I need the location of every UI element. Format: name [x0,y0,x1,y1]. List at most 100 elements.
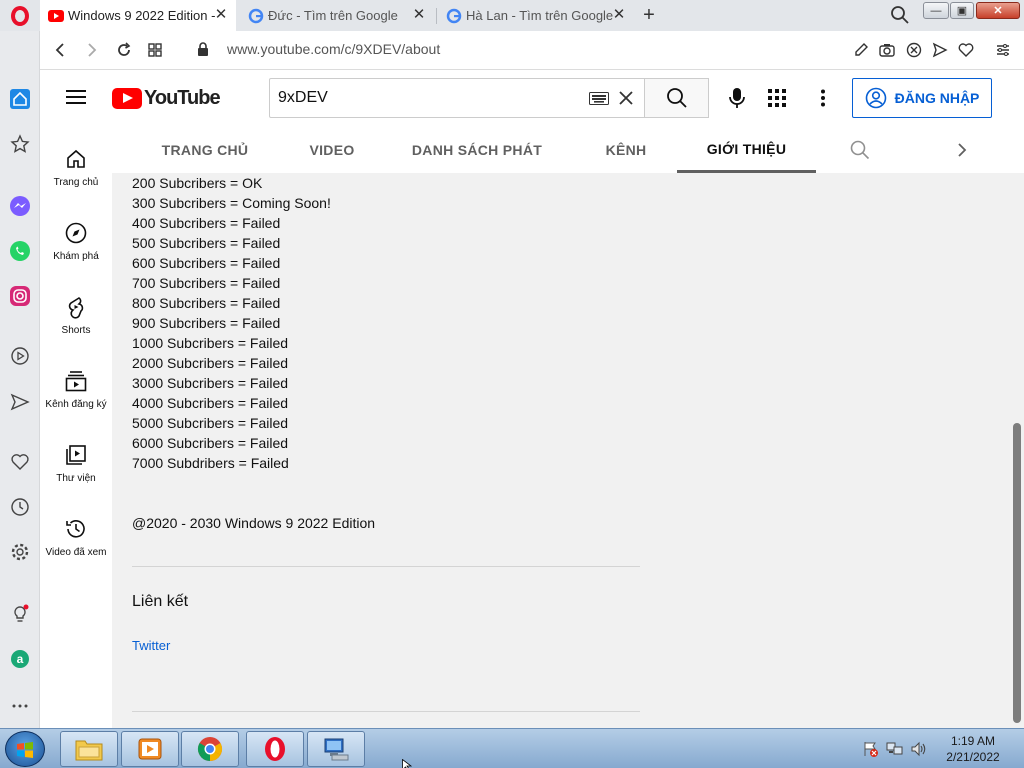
messenger-icon[interactable] [9,195,31,217]
close-window-button[interactable]: ✕ [976,2,1020,19]
keyboard-icon[interactable] [589,92,609,105]
taskbar-explorer-button[interactable] [60,731,118,767]
account-circle-icon [865,87,886,109]
guide-item-subscriptions[interactable]: Kênh đăng ký [40,369,112,439]
edit-icon[interactable] [851,40,871,60]
player-icon[interactable] [9,345,31,367]
about-content: 200 Subcribers = OK 300 Subcribers = Com… [112,173,1012,728]
send-icon[interactable] [930,40,950,60]
guide-label: Thư viện [56,473,96,484]
microphone-icon [729,88,745,108]
tab-videos[interactable]: VIDEO [288,127,376,173]
tab-search-icon[interactable] [890,5,910,25]
windows-logo-icon [17,742,33,758]
chevron-right-icon[interactable] [952,140,972,160]
opera-sidebar: a [0,31,40,728]
channel-search-icon[interactable] [850,140,870,160]
apps-grid-icon [768,89,786,107]
tab-home[interactable]: TRANG CHỦ [152,127,258,173]
whatsapp-icon[interactable] [9,240,31,262]
youtube-play-icon [112,87,142,109]
twitter-link[interactable]: Twitter [132,638,170,653]
guide-item-shorts[interactable]: Shorts [40,295,112,365]
tab-about[interactable]: GIỚI THIỆU [677,127,816,173]
apps-button[interactable] [762,83,792,113]
lightbulb-icon[interactable] [9,603,31,625]
tab-channels[interactable]: KÊNH [582,127,670,173]
aria-icon[interactable]: a [9,648,31,670]
guide-item-explore[interactable]: Khám phá [40,221,112,291]
description-line: 800 Subcribers = Failed [132,295,281,311]
camera-icon[interactable] [877,40,897,60]
mouse-pointer-icon [402,759,412,768]
description-line: 1000 Subcribers = Failed [132,335,289,351]
network-icon[interactable] [886,740,904,758]
more-dots-icon[interactable] [9,695,31,717]
google-icon [248,8,264,23]
youtube-logo[interactable]: YouTube [112,86,221,110]
adblock-icon[interactable] [904,40,924,60]
reload-icon[interactable] [114,40,134,60]
browser-tab-google-halan[interactable]: Hà Lan - Tìm trên Google ✕ [438,0,634,31]
browser-tab-google-duc[interactable]: Đức - Tìm trên Google ✕ [240,0,434,31]
minimize-button[interactable]: — [923,2,949,19]
youtube-mini-guide: Trang chủ Khám phá Shorts Kênh đăng ký T… [40,127,112,728]
action-center-icon[interactable] [862,740,880,758]
guide-label: Shorts [61,325,91,336]
opera-menu-button[interactable] [0,0,40,31]
settings-gear-icon[interactable] [9,541,31,563]
description-line: 200 Subcribers = OK [132,175,263,191]
google-icon [446,8,462,23]
heart-icon[interactable] [956,40,976,60]
system-tray [862,739,928,759]
taskbar-media-button[interactable] [121,731,179,767]
tab-title: Đức - Tìm trên Google [268,8,398,23]
history-icon [66,520,85,538]
clock-date: 2/21/2022 [946,750,1000,764]
back-arrow-icon[interactable] [50,40,70,60]
browser-tab-youtube[interactable]: Windows 9 2022 Edition - \ ✕ [40,0,236,31]
instagram-icon[interactable] [9,285,31,307]
close-tab-icon[interactable]: ✕ [212,6,230,24]
bookmarks-star-icon[interactable] [9,133,31,155]
voice-search-button[interactable] [722,83,752,113]
taskbar-network-button[interactable] [307,731,365,767]
hamburger-menu-icon[interactable] [66,89,86,105]
sign-in-button[interactable]: ĐĂNG NHẬP [852,78,992,118]
send-sidebar-icon[interactable] [9,391,31,413]
guide-item-history[interactable]: Video đã xem [40,517,112,587]
guide-item-home[interactable]: Trang chủ [40,147,112,217]
guide-label: Kênh đăng ký [45,399,107,410]
clear-search-icon[interactable] [617,89,635,107]
page-scrollbar-thumb[interactable] [1013,423,1021,723]
address-bar: www.youtube.com/c/9XDEV/about [40,31,1024,70]
forward-arrow-icon[interactable] [82,40,102,60]
description-line: 500 Subcribers = Failed [132,235,281,251]
settings-more-button[interactable] [808,83,838,113]
maximize-button[interactable]: ▣ [950,2,974,19]
start-button[interactable] [5,731,45,767]
channel-tabs: TRANG CHỦ VIDEO DANH SÁCH PHÁT KÊNH GIỚI… [112,127,1024,173]
tab-playlists[interactable]: DANH SÁCH PHÁT [402,127,552,173]
copyright-text: @2020 - 2030 Windows 9 2022 Edition [132,515,376,531]
guide-item-library[interactable]: Thư viện [40,443,112,513]
close-tab-icon[interactable]: ✕ [410,6,428,24]
taskbar-chrome-button[interactable] [181,731,239,767]
home-icon [67,149,85,168]
heart-sidebar-icon[interactable] [9,451,31,473]
lock-icon[interactable] [197,42,209,56]
search-button[interactable] [645,78,709,118]
compass-icon [65,222,87,244]
taskbar-opera-button[interactable] [246,731,304,767]
description-line: 400 Subcribers = Failed [132,215,281,231]
url-field[interactable]: www.youtube.com/c/9XDEV/about [227,41,440,57]
new-tab-button[interactable]: + [638,4,660,26]
speed-dial-icon[interactable] [145,40,165,60]
volume-icon[interactable] [910,740,928,758]
history-sidebar-icon[interactable] [9,496,31,518]
easy-setup-icon[interactable] [993,40,1013,60]
taskbar-clock[interactable]: 1:19 AM 2/21/2022 [940,733,1006,765]
close-tab-icon[interactable]: ✕ [610,6,628,24]
home-icon[interactable] [9,88,31,110]
search-input[interactable] [270,79,580,117]
